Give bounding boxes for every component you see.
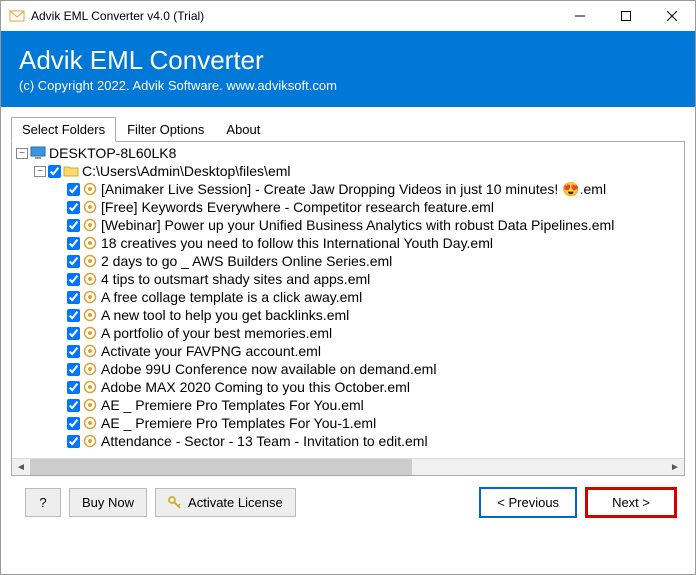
tree-node-label: A portfolio of your best memories.eml	[101, 324, 332, 342]
eml-file-icon	[82, 253, 98, 269]
previous-button[interactable]: < Previous	[479, 487, 577, 518]
eml-file-icon	[82, 199, 98, 215]
tabs-container: Select Folders Filter Options About	[1, 107, 695, 142]
folder-icon	[63, 163, 79, 179]
scroll-right-arrow[interactable]: ►	[666, 459, 684, 477]
tree-file-node[interactable]: Activate your FAVPNG account.eml	[12, 342, 684, 360]
footer-toolbar: ? Buy Now Activate License < Previous Ne…	[1, 477, 695, 532]
tree-root-node[interactable]: − DESKTOP-8L60LK8	[12, 144, 684, 162]
titlebar: Advik EML Converter v4.0 (Trial)	[1, 1, 695, 31]
key-icon	[168, 496, 182, 510]
eml-file-icon	[82, 361, 98, 377]
tree-checkbox[interactable]	[67, 327, 80, 340]
tree-checkbox[interactable]	[67, 363, 80, 376]
eml-file-icon	[82, 271, 98, 287]
folder-tree-panel: −DESKTOP-8L60LK8−C:\Users\Admin\Desktop\…	[11, 141, 685, 476]
eml-file-icon	[82, 433, 98, 449]
tree-file-node[interactable]: A new tool to help you get backlinks.eml	[12, 306, 684, 324]
next-button[interactable]: Next >	[585, 487, 677, 518]
tree-file-node[interactable]: A free collage template is a click away.…	[12, 288, 684, 306]
tree-checkbox[interactable]	[67, 219, 80, 232]
tree-checkbox[interactable]	[67, 417, 80, 430]
tree-checkbox[interactable]	[67, 237, 80, 250]
tree-file-node[interactable]: 18 creatives you need to follow this Int…	[12, 234, 684, 252]
eml-file-icon	[82, 343, 98, 359]
activate-license-label: Activate License	[188, 495, 283, 510]
tree-checkbox[interactable]	[67, 291, 80, 304]
tree-file-node[interactable]: Adobe MAX 2020 Coming to you this Octobe…	[12, 378, 684, 396]
eml-file-icon	[82, 307, 98, 323]
app-icon	[9, 8, 25, 24]
tree-checkbox[interactable]	[67, 255, 80, 268]
tree-checkbox[interactable]	[67, 435, 80, 448]
close-button[interactable]	[649, 1, 695, 31]
help-button[interactable]: ?	[25, 488, 61, 517]
tree-file-node[interactable]: [Free] Keywords Everywhere - Competitor …	[12, 198, 684, 216]
tree-file-node[interactable]: 4 tips to outsmart shady sites and apps.…	[12, 270, 684, 288]
maximize-button[interactable]	[603, 1, 649, 31]
tree-node-label: AE _ Premiere Pro Templates For You.eml	[101, 396, 364, 414]
buy-now-button[interactable]: Buy Now	[69, 488, 147, 517]
tree-file-node[interactable]: A portfolio of your best memories.eml	[12, 324, 684, 342]
tree-node-label: Attendance - Sector - 13 Team - Invitati…	[101, 432, 428, 450]
minimize-button[interactable]	[557, 1, 603, 31]
eml-file-icon	[82, 217, 98, 233]
tree-folder-node[interactable]: − C:\Users\Admin\Desktop\files\eml	[12, 162, 684, 180]
tree-checkbox[interactable]	[67, 183, 80, 196]
tabs: Select Folders Filter Options About	[11, 117, 685, 142]
tab-filter-options[interactable]: Filter Options	[116, 117, 215, 142]
tree-checkbox[interactable]	[67, 273, 80, 286]
tree-checkbox[interactable]	[48, 165, 61, 178]
tree-node-label: A new tool to help you get backlinks.eml	[101, 306, 349, 324]
tree-checkbox[interactable]	[67, 345, 80, 358]
eml-file-icon	[82, 397, 98, 413]
scroll-thumb[interactable]	[30, 459, 412, 477]
tree-node-label: 2 days to go _ AWS Builders Online Serie…	[101, 252, 392, 270]
eml-file-icon	[82, 235, 98, 251]
tree-node-label: 18 creatives you need to follow this Int…	[101, 234, 493, 252]
horizontal-scrollbar[interactable]: ◄ ►	[12, 458, 684, 476]
tree-file-node[interactable]: AE _ Premiere Pro Templates For You.eml	[12, 396, 684, 414]
tree-node-label: 4 tips to outsmart shady sites and apps.…	[101, 270, 370, 288]
tree-file-node[interactable]: Adobe 99U Conference now available on de…	[12, 360, 684, 378]
tree-checkbox[interactable]	[67, 201, 80, 214]
tree-node-label: C:\Users\Admin\Desktop\files\eml	[82, 162, 291, 180]
tree-node-label: AE _ Premiere Pro Templates For You-1.em…	[101, 414, 376, 432]
tab-select-folders[interactable]: Select Folders	[11, 117, 116, 142]
tab-about[interactable]: About	[215, 117, 271, 142]
scroll-left-arrow[interactable]: ◄	[12, 459, 30, 477]
tree-expand-toggle[interactable]: −	[34, 166, 46, 177]
tree-node-label: [Animaker Live Session] - Create Jaw Dro…	[101, 180, 606, 198]
tree-checkbox[interactable]	[67, 309, 80, 322]
app-title: Advik EML Converter	[19, 45, 677, 76]
computer-icon	[30, 145, 46, 161]
eml-file-icon	[82, 289, 98, 305]
tree-node-label: [Free] Keywords Everywhere - Competitor …	[101, 198, 494, 216]
tree-expand-toggle[interactable]: −	[16, 148, 28, 159]
tree-file-node[interactable]: [Webinar] Power up your Unified Business…	[12, 216, 684, 234]
tree-checkbox[interactable]	[67, 381, 80, 394]
eml-file-icon	[82, 415, 98, 431]
tree-node-label: [Webinar] Power up your Unified Business…	[101, 216, 614, 234]
tree-node-label: A free collage template is a click away.…	[101, 288, 362, 306]
eml-file-icon	[82, 379, 98, 395]
activate-license-button[interactable]: Activate License	[155, 488, 296, 517]
tree-file-node[interactable]: [Animaker Live Session] - Create Jaw Dro…	[12, 180, 684, 198]
tree-file-node[interactable]: AE _ Premiere Pro Templates For You-1.em…	[12, 414, 684, 432]
folder-tree[interactable]: −DESKTOP-8L60LK8−C:\Users\Admin\Desktop\…	[12, 142, 684, 458]
tree-node-label: Activate your FAVPNG account.eml	[101, 342, 321, 360]
copyright-text: (c) Copyright 2022. Advik Software. www.…	[19, 78, 677, 93]
tree-checkbox[interactable]	[67, 399, 80, 412]
tree-node-label: Adobe MAX 2020 Coming to you this Octobe…	[101, 378, 410, 396]
tree-file-node[interactable]: Attendance - Sector - 13 Team - Invitati…	[12, 432, 684, 450]
window-controls	[557, 1, 695, 31]
tree-node-label: DESKTOP-8L60LK8	[49, 144, 176, 162]
tree-node-label: Adobe 99U Conference now available on de…	[101, 360, 436, 378]
window-title: Advik EML Converter v4.0 (Trial)	[31, 9, 557, 23]
eml-file-icon	[82, 181, 98, 197]
tree-file-node[interactable]: 2 days to go _ AWS Builders Online Serie…	[12, 252, 684, 270]
scroll-track[interactable]	[30, 459, 666, 477]
header-banner: Advik EML Converter (c) Copyright 2022. …	[1, 31, 695, 107]
eml-file-icon	[82, 325, 98, 341]
